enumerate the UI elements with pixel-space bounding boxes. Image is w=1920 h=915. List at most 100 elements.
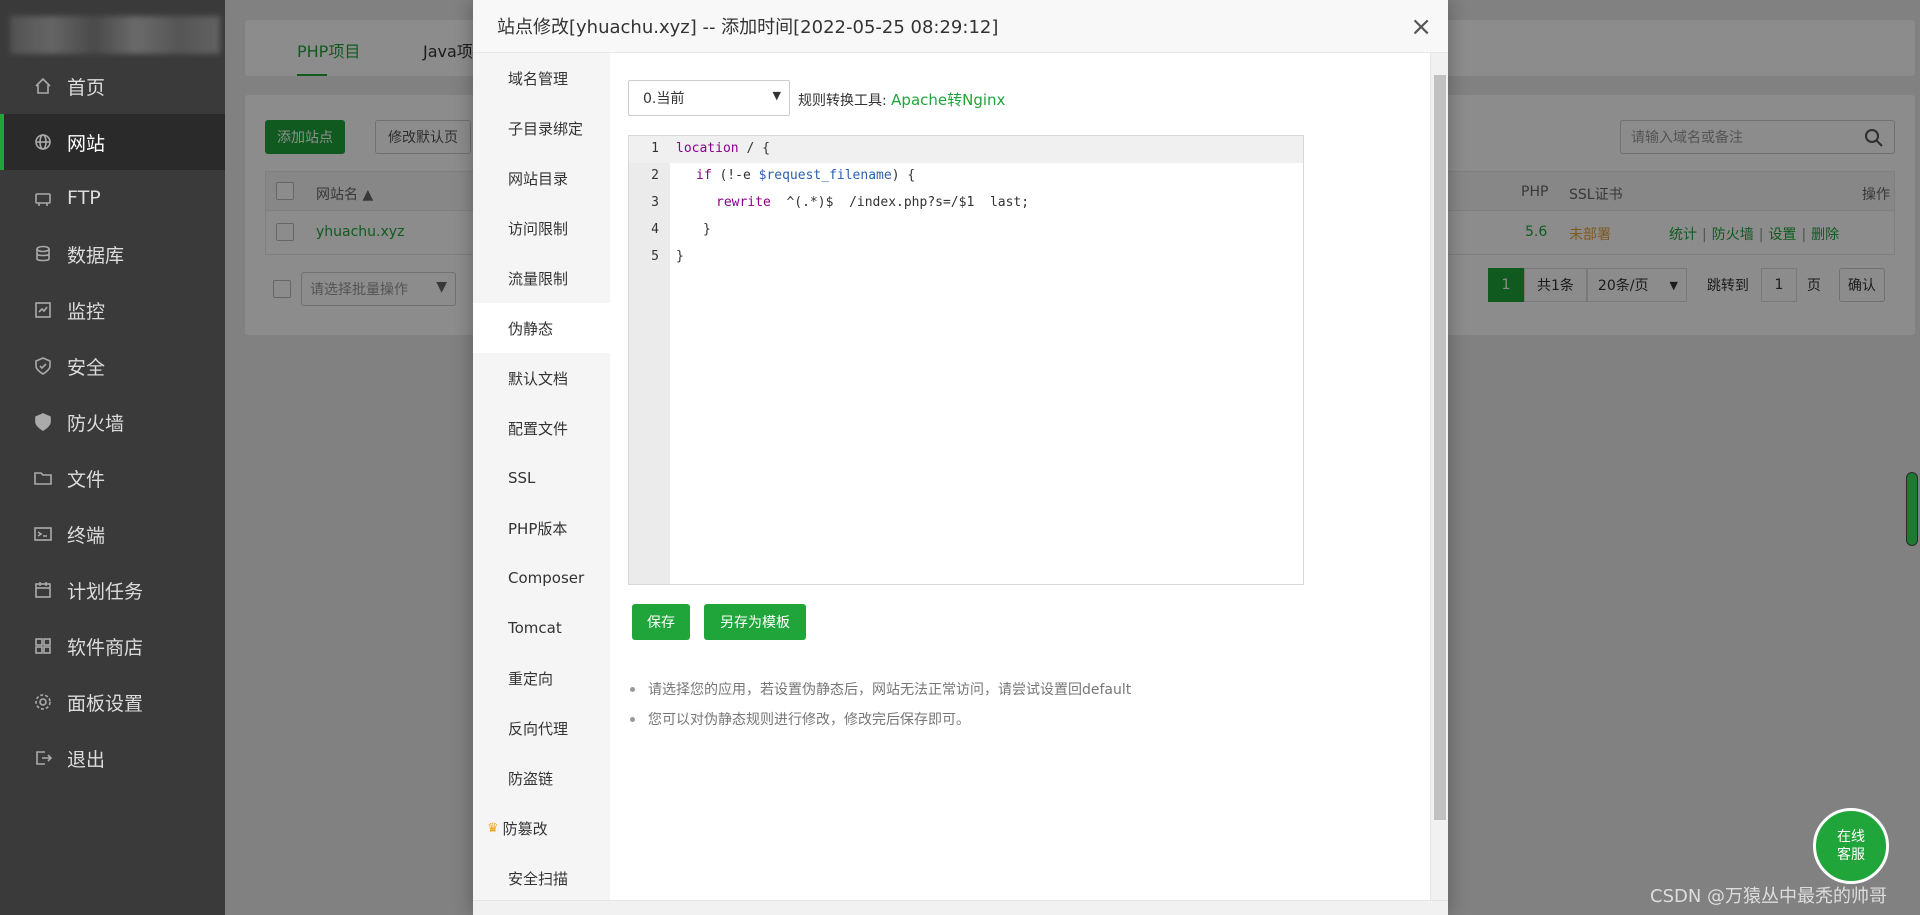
logout-icon — [33, 748, 53, 768]
modal-nav-label: 默认文档 — [508, 369, 569, 388]
sidebar-item-6[interactable]: 防火墙 — [0, 394, 225, 450]
sidebar-item-4[interactable]: 监控 — [0, 282, 225, 338]
modal-nav-item[interactable]: 访问限制 — [473, 203, 610, 253]
modal-nav-item[interactable]: 配置文件 — [473, 403, 610, 453]
line-number: 1 — [651, 141, 659, 156]
code-line[interactable]: location / { — [676, 141, 770, 156]
modal-nav-label: 流量限制 — [508, 269, 569, 288]
sidebar-item-label: 网站 — [67, 132, 106, 155]
modal-nav-item[interactable]: 防盗链 — [473, 753, 610, 803]
sidebar-item-1[interactable]: 网站 — [0, 114, 225, 170]
modal-scrollbar[interactable] — [1430, 53, 1448, 915]
sidebar-item-0[interactable]: 首页 — [0, 58, 225, 114]
sidebar-item-label: 安全 — [67, 356, 106, 379]
sidebar-item-2[interactable]: FTP — [0, 170, 225, 226]
monitor-icon — [33, 300, 53, 320]
sidebar-item-9[interactable]: 计划任务 — [0, 562, 225, 618]
modal-nav-item[interactable]: 反向代理 — [473, 703, 610, 753]
sidebar-item-label: 软件商店 — [67, 636, 144, 659]
terminal-icon — [33, 524, 53, 544]
sidebar-item-5[interactable]: 安全 — [0, 338, 225, 394]
gear-icon — [33, 692, 53, 712]
modal-nav-label: PHP版本 — [508, 519, 568, 538]
save-as-template-button[interactable]: 另存为模板 — [704, 604, 806, 640]
modal-title: 站点修改[yhuachu.xyz] -- 添加时间[2022-05-25 08:… — [497, 17, 999, 38]
modal-nav-label: 访问限制 — [508, 219, 569, 238]
chat-label-line2: 客服 — [1837, 847, 1865, 863]
online-support-button[interactable]: 在线 客服 — [1813, 808, 1889, 884]
sidebar-item-label: 终端 — [67, 524, 106, 547]
code-line[interactable]: } — [703, 222, 711, 237]
rewrite-panel: 0.当前 ▼ 规则转换工具: Apache转Nginx 1 location / … — [610, 53, 1430, 915]
sidebar-item-12[interactable]: 退出 — [0, 730, 225, 786]
modal-nav-label: 反向代理 — [508, 719, 569, 738]
sidebar-item-label: 监控 — [67, 300, 106, 323]
sidebar-item-label: 数据库 — [67, 244, 125, 267]
modal-nav-item[interactable]: 流量限制 — [473, 253, 610, 303]
template-select-value: 0.当前 — [643, 91, 685, 107]
modal-nav-item[interactable]: 域名管理 — [473, 53, 610, 103]
sidebar-item-10[interactable]: 软件商店 — [0, 618, 225, 674]
sidebar-item-label: 文件 — [67, 468, 106, 491]
modal-nav-label: 防篡改 — [502, 819, 548, 838]
page-scroll-indicator[interactable] — [1906, 472, 1918, 546]
modal-nav-label: 域名管理 — [508, 69, 569, 88]
modal-nav-label: 子目录绑定 — [508, 119, 584, 138]
tip-item: 请选择您的应用，若设置伪静态后，网站无法正常访问，请尝试设置回default — [628, 679, 1131, 699]
code-editor[interactable]: 1 location / { 2 if (!-e $request_filename)… — [628, 135, 1304, 585]
modal-nav-label: 伪静态 — [508, 319, 554, 338]
line-number: 4 — [651, 222, 659, 237]
sidebar-item-label: 首页 — [67, 76, 106, 99]
modal-nav-item[interactable]: 伪静态 — [473, 303, 610, 353]
modal-header: 站点修改[yhuachu.xyz] -- 添加时间[2022-05-25 08:… — [473, 0, 1448, 53]
rewrite-template-select[interactable]: 0.当前 ▼ — [628, 80, 790, 116]
watermark: CSDN @万猿丛中最秃的帅哥 — [1650, 886, 1888, 907]
modal-nav-item[interactable]: 网站目录 — [473, 153, 610, 203]
database-icon — [33, 244, 53, 264]
modal-nav-item[interactable]: 重定向 — [473, 653, 610, 703]
modal-nav-label: SSL — [508, 469, 536, 487]
save-button[interactable]: 保存 — [632, 604, 690, 640]
crown-icon: ♛ — [487, 820, 499, 836]
ftp-icon — [33, 188, 53, 208]
modal-nav-item[interactable]: ♛ 防篡改 — [473, 803, 610, 853]
modal-nav-item[interactable]: 安全扫描 — [473, 853, 610, 903]
sidebar-item-7[interactable]: 文件 — [0, 450, 225, 506]
modal-nav-label: 安全扫描 — [508, 869, 569, 888]
modal-nav-label: 防盗链 — [508, 769, 554, 788]
sidebar: 首页网站 FTP 数据库监控安全防火墙文件终端计划任务软件商店面板设置退出 — [0, 0, 225, 915]
grid-icon — [33, 636, 53, 656]
close-icon[interactable]: × — [1410, 14, 1432, 40]
line-number: 2 — [651, 168, 659, 183]
logo-blurred — [0, 0, 225, 58]
modal-nav-item[interactable]: 子目录绑定 — [473, 103, 610, 153]
modal-nav-label: Composer — [508, 569, 585, 587]
modal-nav-item[interactable]: SSL — [473, 453, 610, 503]
sidebar-item-8[interactable]: 终端 — [0, 506, 225, 562]
home-icon — [33, 76, 53, 96]
modal-nav-item[interactable]: Tomcat — [473, 603, 610, 653]
sidebar-item-3[interactable]: 数据库 — [0, 226, 225, 282]
calendar-icon — [33, 580, 53, 600]
apache-to-nginx-link[interactable]: Apache转Nginx — [891, 91, 1005, 109]
sidebar-item-11[interactable]: 面板设置 — [0, 674, 225, 730]
convert-tool-label: 规则转换工具: — [798, 93, 887, 109]
modal-nav-item[interactable]: 默认文档 — [473, 353, 610, 403]
modal-nav-label: 配置文件 — [508, 419, 569, 438]
tip-item: 您可以对伪静态规则进行修改，修改完后保存即可。 — [628, 709, 1131, 729]
sidebar-item-label: 退出 — [67, 748, 106, 771]
scrollbar-thumb[interactable] — [1434, 75, 1446, 820]
sidebar-item-label: 防火墙 — [67, 412, 125, 435]
caret-down-icon: ▼ — [772, 89, 781, 102]
modal-nav-item[interactable]: PHP版本 — [473, 503, 610, 553]
code-line[interactable]: rewrite ^(.*)$ /index.php?s=/$1 last; — [716, 195, 1029, 210]
line-number: 3 — [651, 195, 659, 210]
code-line[interactable]: if (!-e $request_filename) { — [696, 168, 915, 183]
globe-icon — [33, 132, 53, 152]
modal-nav-item[interactable]: Composer — [473, 553, 610, 603]
code-line[interactable]: } — [676, 249, 684, 264]
sidebar-item-label: FTP — [67, 187, 101, 209]
modal-nav-label: Tomcat — [508, 619, 562, 637]
folder-icon — [33, 468, 53, 488]
modal-horizontal-scrollbar[interactable] — [473, 900, 1448, 915]
